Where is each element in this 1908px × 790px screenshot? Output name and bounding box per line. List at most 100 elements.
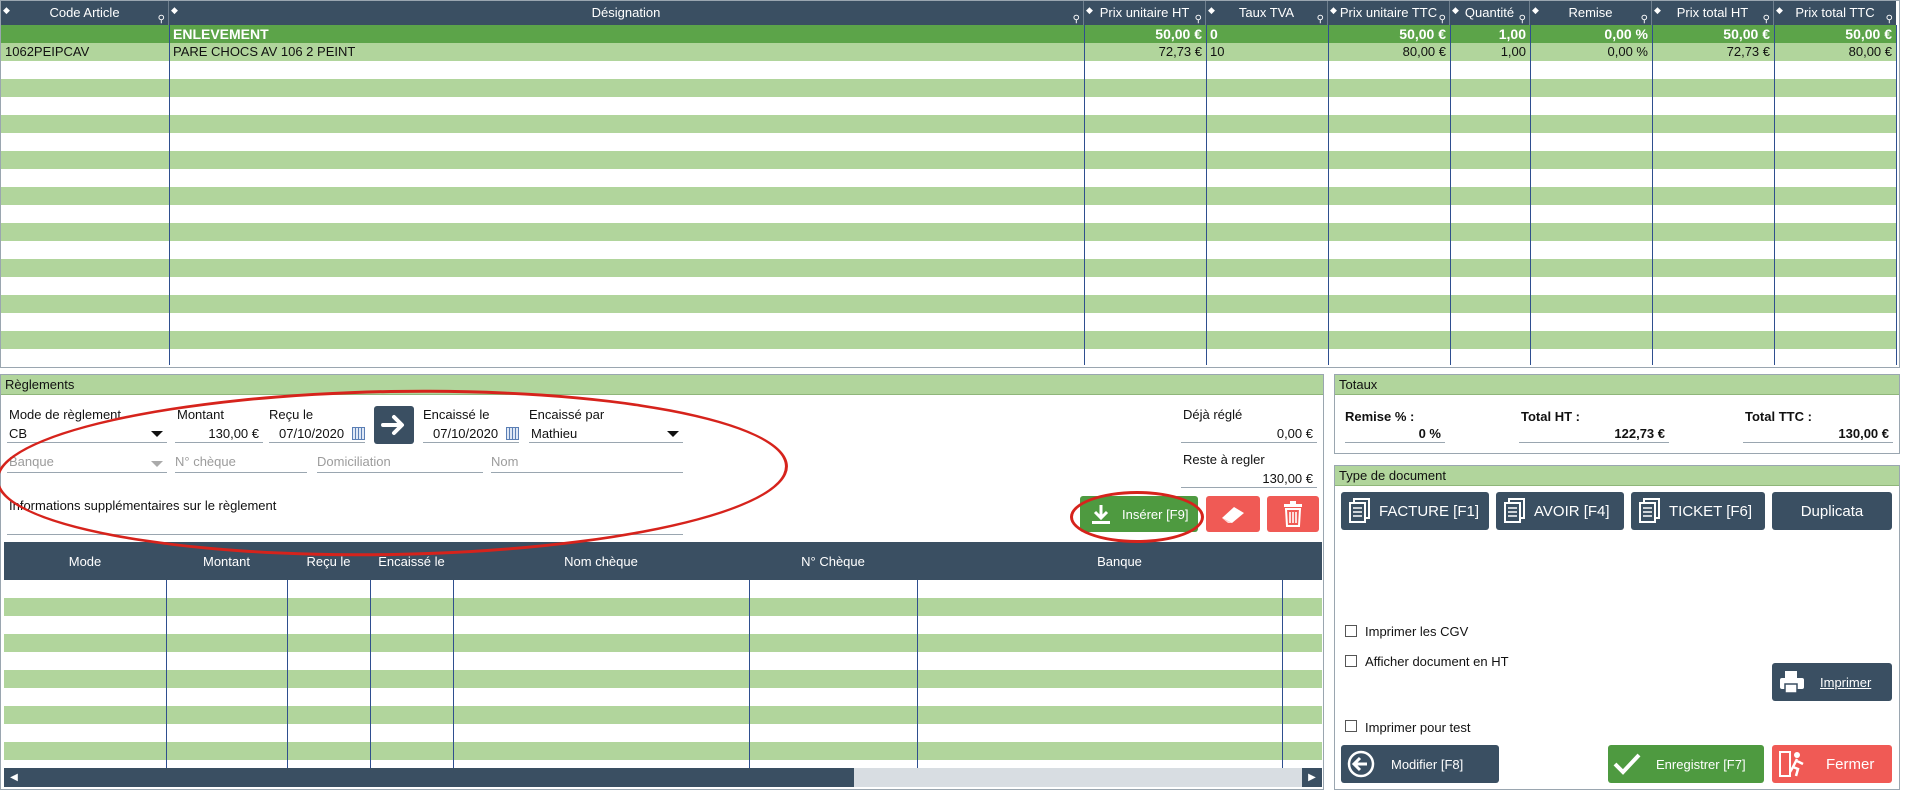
list-item[interactable] [4, 742, 1322, 760]
total-ht-value: 122,73 € [1519, 425, 1669, 443]
imprimer-button[interactable]: Imprimer [1772, 663, 1892, 701]
list-item[interactable] [4, 760, 1322, 768]
pin-icon: ◆ [1330, 5, 1337, 15]
col-header-code-article[interactable]: ◆ Code Article ⚲ [1, 1, 169, 25]
col-header-prix-unitaire-ttc[interactable]: ◆ Prix unitaire TTC ⚲ [1328, 1, 1450, 25]
table-row[interactable]: 1062PEIPCAV PARE CHOCS AV 106 2 PEINT 72… [1, 43, 1897, 61]
table-row[interactable] [1, 223, 1897, 241]
table-row[interactable] [1, 241, 1897, 259]
pin-icon: ◆ [1086, 5, 1093, 15]
afficher-ht-label: Afficher document en HT [1365, 654, 1509, 669]
scroll-left-arrow-icon[interactable]: ◀ [4, 768, 24, 787]
list-item[interactable] [4, 688, 1322, 706]
type-document-panel: Type de document FACTURE [F1] AVOIR [F4]… [1334, 465, 1900, 790]
chevron-down-icon [151, 461, 163, 467]
pay-col-recu[interactable]: Reçu le [287, 542, 370, 580]
calendar-icon[interactable] [506, 427, 519, 440]
encaisse-date-field[interactable]: 07/10/2020 [423, 425, 519, 443]
col-header-remise[interactable]: ◆ Remise ⚲ [1530, 1, 1652, 25]
table-row[interactable] [1, 313, 1897, 331]
col-header-prix-total-ttc[interactable]: ◆ Prix total TTC ⚲ [1774, 1, 1896, 25]
table-row[interactable] [1, 277, 1897, 295]
avoir-button[interactable]: AVOIR [F4] [1496, 492, 1624, 530]
domiciliation-field[interactable]: Domiciliation [317, 454, 483, 473]
montant-field[interactable]: 130,00 € [175, 425, 263, 443]
table-row[interactable] [1, 115, 1897, 133]
table-row[interactable] [1, 97, 1897, 115]
delete-button[interactable] [1267, 496, 1319, 532]
totaux-panel: Totaux Remise % : 0 % Total HT : 122,73 … [1334, 374, 1900, 454]
pin-icon: ◆ [3, 5, 10, 15]
scrollbar-thumb[interactable] [24, 768, 854, 787]
insert-button[interactable]: Insérer [F9] [1080, 496, 1198, 532]
mode-select[interactable]: CB [7, 425, 167, 443]
table-row[interactable] [1, 151, 1897, 169]
fermer-button[interactable]: Fermer [1772, 745, 1892, 783]
arrow-right-icon [381, 415, 404, 435]
table-row[interactable] [1, 295, 1897, 313]
pay-col-encaisse[interactable]: Encaissé le [370, 542, 453, 580]
clear-button[interactable] [1206, 496, 1260, 532]
total-ttc-value: 130,00 € [1743, 425, 1893, 443]
mode-label: Mode de règlement [9, 407, 122, 422]
col-header-designation[interactable]: ◆ Désignation ⚲ [169, 1, 1084, 25]
table-row[interactable] [1, 133, 1897, 151]
banque-select[interactable]: Banque [7, 454, 167, 473]
column-divider [1652, 25, 1653, 365]
duplicata-button[interactable]: Duplicata [1772, 492, 1892, 530]
table-row-group[interactable]: ENLEVEMENT 50,00 € 0 50,00 € 1,00 0,00 %… [1, 25, 1897, 43]
enregistrer-button[interactable]: Enregistrer [F7] [1608, 745, 1764, 783]
reste-value: 130,00 € [1181, 470, 1317, 488]
list-item[interactable] [4, 724, 1322, 742]
list-item[interactable] [4, 580, 1322, 598]
table-row[interactable] [1, 259, 1897, 277]
table-row[interactable] [1, 169, 1897, 187]
table-row[interactable] [1, 61, 1897, 79]
col-header-prix-unitaire-ht[interactable]: ◆ Prix unitaire HT ⚲ [1084, 1, 1206, 25]
list-item[interactable] [4, 670, 1322, 688]
list-item[interactable] [4, 598, 1322, 616]
column-divider [749, 580, 750, 768]
pin-icon: ◆ [1654, 5, 1661, 15]
pay-col-num-cheque[interactable]: N° Chèque [749, 542, 917, 580]
scroll-right-arrow-icon[interactable]: ▶ [1302, 768, 1322, 787]
col-header-taux-tva[interactable]: ◆ Taux TVA ⚲ [1206, 1, 1328, 25]
cgv-checkbox[interactable] [1345, 625, 1357, 637]
afficher-ht-checkbox[interactable] [1345, 655, 1357, 667]
nom-field[interactable]: Nom [491, 454, 683, 473]
pay-col-banque[interactable]: Banque [917, 542, 1322, 580]
montant-label: Montant [177, 407, 224, 422]
recu-date-field[interactable]: 07/10/2020 [269, 425, 365, 443]
list-item[interactable] [4, 652, 1322, 670]
encaisse-par-select[interactable]: Mathieu [529, 425, 683, 443]
table-row[interactable] [1, 79, 1897, 97]
imprimer-test-checkbox[interactable] [1345, 720, 1357, 732]
cheque-field[interactable]: N° chèque [175, 454, 307, 473]
list-item[interactable] [4, 634, 1322, 652]
facture-button[interactable]: FACTURE [F1] [1341, 492, 1489, 530]
payments-grid[interactable]: Mode Montant Reçu le Encaissé le Nom chè… [4, 542, 1322, 787]
list-item[interactable] [4, 616, 1322, 634]
copy-date-arrow-button[interactable] [374, 406, 414, 444]
pay-col-nom-cheque[interactable]: Nom chèque [453, 542, 749, 580]
table-row[interactable] [1, 349, 1897, 365]
table-row[interactable] [1, 205, 1897, 223]
col-header-quantite[interactable]: ◆ Quantité ⚲ [1450, 1, 1530, 25]
pay-col-montant[interactable]: Montant [166, 542, 287, 580]
deja-regle-value: 0,00 € [1181, 425, 1317, 443]
infos-field[interactable] [7, 517, 683, 535]
table-row[interactable] [1, 331, 1897, 349]
encaisse-label: Encaissé le [423, 407, 490, 422]
calendar-icon[interactable] [352, 427, 365, 440]
ticket-button[interactable]: TICKET [F6] [1631, 492, 1765, 530]
table-row[interactable] [1, 187, 1897, 205]
column-divider [1328, 25, 1329, 365]
list-item[interactable] [4, 706, 1322, 724]
article-grid[interactable]: ◆ Code Article ⚲ ◆ Désignation ⚲ ◆ Prix unita… [0, 0, 1900, 368]
remise-label: Remise % : [1345, 409, 1415, 424]
document-icon [1349, 498, 1370, 523]
modifier-button[interactable]: Modifier [F8] [1341, 745, 1499, 783]
pay-col-mode[interactable]: Mode [4, 542, 166, 580]
horizontal-scrollbar[interactable]: ◀ ▶ [4, 768, 1322, 787]
col-header-prix-total-ht[interactable]: ◆ Prix total HT ⚲ [1652, 1, 1774, 25]
